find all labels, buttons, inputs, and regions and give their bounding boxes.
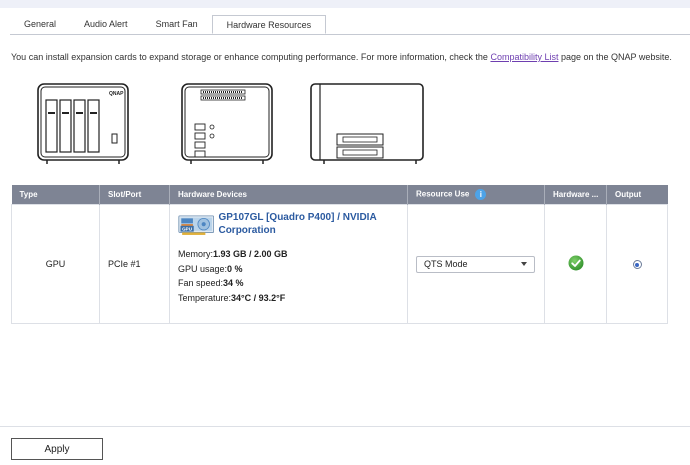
cell-hardware-device: GPU GP107GL [Quadro P400] / NVIDIA Corpo… <box>169 204 408 324</box>
gpu-usage-value: 0 % <box>227 263 243 274</box>
memory-value: 1.93 GB / 2.00 GB <box>213 249 288 259</box>
tab-bar: General Audio Alert Smart Fan Hardware R… <box>10 15 327 35</box>
header-slot-port[interactable]: Slot/Port <box>99 185 170 205</box>
header-hardware[interactable]: Hardware ... <box>544 185 607 205</box>
cell-slot: PCIe #1 <box>99 204 170 324</box>
temperature-value: 34°C / 93.2°F <box>231 292 286 303</box>
tab-audio-alert[interactable]: Audio Alert <box>70 15 142 34</box>
fan-speed-label: Fan speed: <box>178 278 224 288</box>
cell-type: GPU <box>11 204 100 324</box>
table-row: GPU PCIe #1 GPU GP107GL [Quadro P400] / … <box>11 204 668 324</box>
nas-rear-illustration <box>181 82 273 165</box>
check-circle-icon <box>568 255 583 271</box>
info-text: You can install expansion cards to expan… <box>11 52 672 62</box>
memory-label: Memory: <box>178 249 214 259</box>
cell-resource-use: QTS Mode <box>407 204 545 324</box>
cell-hardware-status <box>544 204 607 324</box>
nas-side-illustration <box>310 82 424 165</box>
compatibility-list-link[interactable]: Compatibility List <box>490 52 558 62</box>
nas-front-illustration: QNAP <box>37 82 129 165</box>
top-strip <box>0 0 690 8</box>
header-resource-use[interactable]: Resource Use i <box>407 185 545 205</box>
tab-hardware-resources[interactable]: Hardware Resources <box>211 15 327 34</box>
info-text-before: You can install expansion cards to expan… <box>11 52 491 62</box>
header-resource-use-label: Resource Use <box>416 189 470 199</box>
gpu-usage-label: GPU usage: <box>178 263 228 274</box>
device-name: GP107GL [Quadro P400] / NVIDIA Corporati… <box>218 212 377 236</box>
info-text-after: page on the QNAP website. <box>558 52 672 62</box>
header-hardware-devices[interactable]: Hardware Devices <box>169 185 408 205</box>
chevron-down-icon <box>521 262 527 266</box>
tab-general[interactable]: General <box>10 15 70 34</box>
gpu-card-icon: GPU <box>178 215 215 235</box>
header-type[interactable]: Type <box>11 185 100 205</box>
hardware-resources-table: Type Slot/Port Hardware Devices Resource… <box>11 185 668 324</box>
cell-output <box>606 204 668 324</box>
brand-logo-text: QNAP <box>109 91 124 97</box>
apply-button[interactable]: Apply <box>11 438 103 460</box>
resource-use-select[interactable]: QTS Mode <box>416 255 535 273</box>
fan-speed-value: 34 % <box>223 278 244 288</box>
table-header-row: Type Slot/Port Hardware Devices Resource… <box>11 185 668 205</box>
tab-smart-fan[interactable]: Smart Fan <box>142 15 212 34</box>
gpu-badge-text: GPU <box>182 226 192 231</box>
output-radio[interactable] <box>632 260 642 270</box>
footer-divider <box>0 426 690 427</box>
temperature-label: Temperature: <box>178 292 232 303</box>
gpu-stats: Memory:1.93 GB / 2.00 GB GPU usage:0 % F… <box>178 247 399 305</box>
tab-divider <box>10 34 690 35</box>
header-output[interactable]: Output <box>606 185 668 205</box>
resource-use-value: QTS Mode <box>424 259 468 269</box>
info-icon[interactable]: i <box>475 189 487 200</box>
